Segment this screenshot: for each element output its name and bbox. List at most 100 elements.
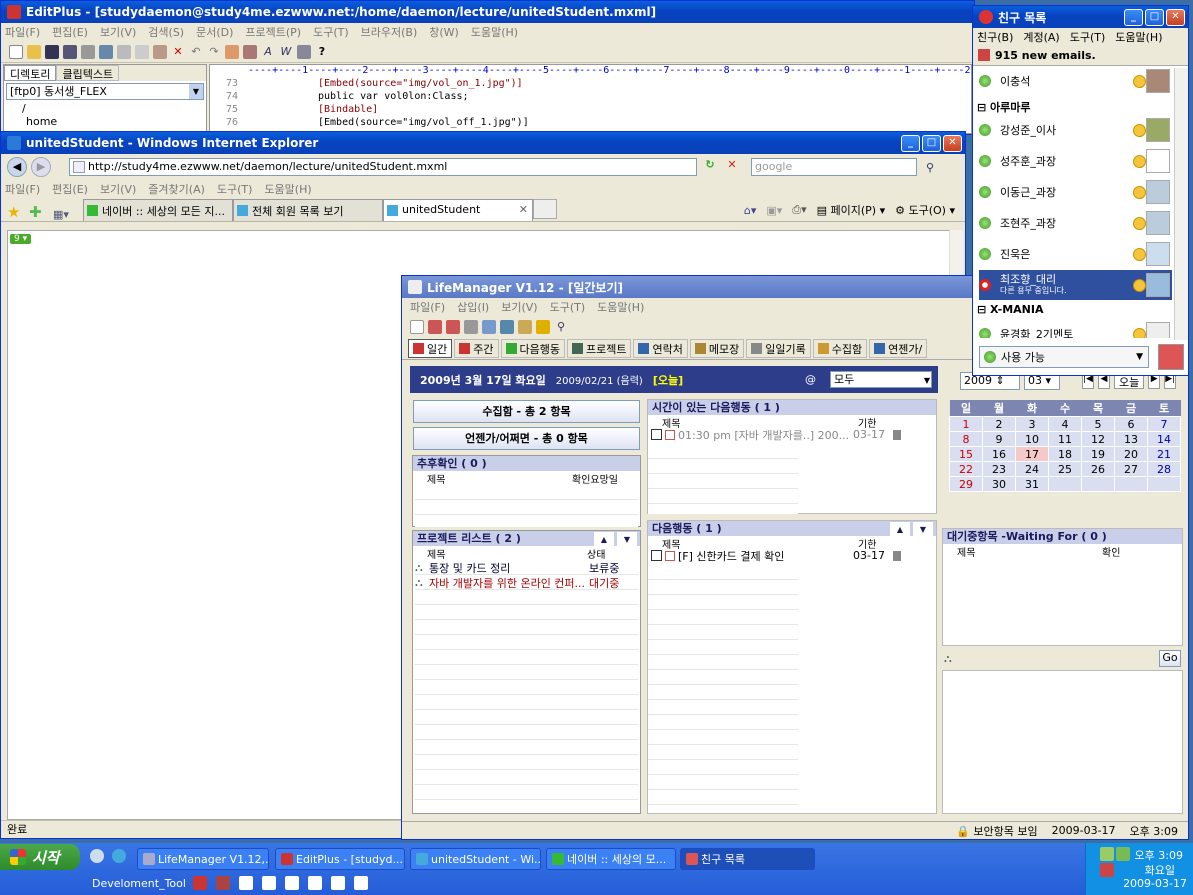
calendar-day[interactable]: 8 <box>949 431 983 447</box>
taskbar-item[interactable]: EditPlus - [studyd... <box>275 848 405 870</box>
window-icon[interactable] <box>284 876 299 890</box>
book-icon[interactable] <box>500 320 514 334</box>
page-menu-button[interactable]: ▤ 페이지(P) ▾ <box>817 202 886 218</box>
delete-icon[interactable]: ✕ <box>171 45 185 59</box>
email-notice[interactable]: 915 new emails. <box>973 46 1188 66</box>
view-tab[interactable]: 메모장 <box>689 339 745 358</box>
project-row[interactable]: ⛬ 자바 개발자를 위한 온라인 컨퍼... 대기중 <box>415 575 638 590</box>
export-icon[interactable] <box>446 320 460 334</box>
menu-item[interactable]: 보기(V) <box>100 24 136 40</box>
calendar-day[interactable]: 7 <box>1147 416 1181 432</box>
today-link[interactable]: [오늘] <box>653 372 683 388</box>
scroll-up-button[interactable]: ▲ <box>890 522 910 536</box>
quick-tabs-icon[interactable]: ▦▾ <box>53 208 83 221</box>
calendar-day[interactable]: 9 <box>982 431 1016 447</box>
checkbox[interactable] <box>651 550 662 561</box>
calendar-day[interactable]: 18 <box>1048 446 1082 462</box>
calendar-day[interactable]: 23 <box>982 461 1016 477</box>
menu-item[interactable]: 창(W) <box>429 24 459 40</box>
menu-item[interactable]: 삽입(I) <box>457 299 489 315</box>
checkbox[interactable] <box>651 429 662 440</box>
calendar-day[interactable]: 15 <box>949 446 983 462</box>
lock-icon[interactable] <box>536 320 550 334</box>
menu-item[interactable]: 도구(T) <box>217 181 253 197</box>
search-icon[interactable]: ⚲ <box>921 161 939 174</box>
scroll-down-button[interactable]: ▼ <box>913 522 933 536</box>
menu-item[interactable]: 보기(V) <box>501 299 537 315</box>
import-icon[interactable] <box>428 320 442 334</box>
find-icon[interactable] <box>225 44 239 59</box>
menu-item[interactable]: 프로젝트(P) <box>245 24 301 40</box>
print-icon[interactable]: ⎙▾ <box>792 203 806 217</box>
view-tab[interactable]: 수집함 <box>812 339 868 358</box>
app-icon[interactable] <box>192 876 207 890</box>
spellcheck-icon[interactable] <box>99 44 113 59</box>
font-icon[interactable]: A <box>261 45 275 59</box>
someday-button[interactable]: 언젠가/어쩌면 - 총 0 항목 <box>413 427 640 450</box>
friend-item[interactable]: 성주훈_과장 <box>979 146 1172 176</box>
taskbar-item[interactable]: 친구 목록 <box>680 848 815 870</box>
calendar-day[interactable]: 24 <box>1015 461 1049 477</box>
new-file-icon[interactable] <box>9 44 23 59</box>
minimize-button[interactable]: _ <box>901 134 920 152</box>
view-tab[interactable]: 다음행동 <box>500 339 565 358</box>
menu-item[interactable]: 보기(V) <box>100 181 136 197</box>
address-bar[interactable]: http://study4me.ezwww.net/daemon/lecture… <box>69 158 697 176</box>
feeds-icon[interactable]: ▣▾ <box>766 204 782 217</box>
taskbar-item[interactable]: 네이버 :: 세상의 모... <box>546 848 676 870</box>
start-button[interactable]: 시작 <box>0 844 80 870</box>
refresh-icon[interactable]: ↻ <box>701 158 719 176</box>
tree-item-home[interactable]: home <box>4 115 206 128</box>
buddy-titlebar[interactable]: 친구 목록 _ □ ✕ <box>973 6 1188 28</box>
window-icon[interactable] <box>261 876 276 890</box>
menu-item[interactable]: 검색(S) <box>148 24 184 40</box>
calendar-day[interactable]: 2 <box>982 416 1016 432</box>
tray-icon[interactable] <box>1116 847 1130 861</box>
view-tab[interactable]: 주간 <box>454 339 499 358</box>
view-tab[interactable]: 프로젝트 <box>566 339 632 358</box>
copy-icon[interactable] <box>135 44 149 59</box>
friend-item[interactable]: 조현주_과장 <box>979 208 1172 238</box>
presence-select[interactable]: 사용 가능 ▼ <box>979 346 1149 368</box>
code-editor[interactable]: ----+----1----+----2----+----3----+----4… <box>209 64 972 134</box>
minimize-button[interactable]: _ <box>1124 8 1143 26</box>
calendar-day[interactable]: 22 <box>949 461 983 477</box>
calendar-day[interactable]: 6 <box>1114 416 1148 432</box>
drive-icon[interactable] <box>464 320 478 334</box>
friend-item[interactable]: 이동근_과장 <box>979 177 1172 207</box>
calendar-day[interactable]: 21 <box>1147 446 1181 462</box>
calendar-day[interactable]: 17 <box>1015 446 1049 462</box>
calendar-day[interactable]: 28 <box>1147 461 1181 477</box>
inbox-button[interactable]: 수집함 - 총 2 항목 <box>413 400 640 423</box>
ie-titlebar[interactable]: unitedStudent - Windows Internet Explore… <box>1 132 965 154</box>
maximize-button[interactable]: □ <box>922 134 941 152</box>
save-all-icon[interactable] <box>63 44 77 59</box>
menu-item[interactable]: 파일(F) <box>5 24 40 40</box>
calendar-day[interactable]: 14 <box>1147 431 1181 447</box>
window-icon[interactable] <box>353 876 368 890</box>
menu-item[interactable]: 편집(E) <box>52 181 88 197</box>
friend-item[interactable]: 윤경화_2기멘토 <box>979 319 1172 338</box>
notes-area[interactable] <box>942 670 1183 814</box>
editplus-titlebar[interactable]: EditPlus - [studydaemon@study4me.ezwww.n… <box>1 1 974 23</box>
redo-icon[interactable]: ↷ <box>207 45 221 59</box>
stop-icon[interactable]: ✕ <box>723 158 741 176</box>
paste-icon[interactable] <box>153 44 167 59</box>
tray-icon[interactable] <box>1100 863 1114 877</box>
view-tab[interactable]: 일간 <box>408 339 453 358</box>
app-icon[interactable] <box>215 876 230 890</box>
calendar-day[interactable]: 12 <box>1081 431 1115 447</box>
tools-icon[interactable] <box>518 320 532 334</box>
ie-tab[interactable]: unitedStudent ✕ <box>383 199 533 221</box>
group-header[interactable]: ⊟ 아루마루 <box>977 99 1031 114</box>
tree-item-root[interactable]: / <box>4 102 206 115</box>
close-tab-icon[interactable]: ✕ <box>519 203 528 216</box>
calendar-day[interactable]: 5 <box>1081 416 1115 432</box>
friend-item[interactable]: 이충석 <box>979 66 1172 96</box>
help-icon[interactable]: ? <box>315 45 329 59</box>
menu-item[interactable]: 도움말(H) <box>264 181 311 197</box>
menu-item[interactable]: 편집(E) <box>52 24 88 40</box>
tray-icon[interactable] <box>1100 847 1114 861</box>
search-icon[interactable]: ⚲ <box>554 320 568 334</box>
taskbar-item[interactable]: LifeManager V1.12,... <box>137 848 269 870</box>
